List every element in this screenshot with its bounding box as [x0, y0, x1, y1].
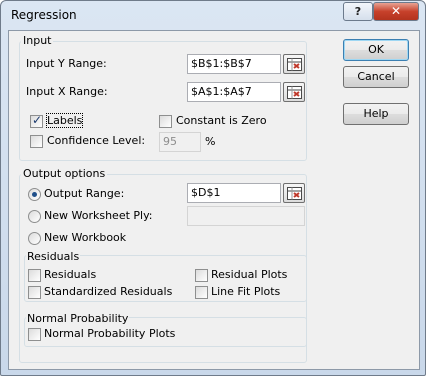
new-worksheet-ply-label[interactable]: New Worksheet Ply: — [44, 209, 153, 222]
new-worksheet-ply-field[interactable] — [187, 206, 305, 226]
dialog-body: Input Input Y Range: $B$1:$B$7 Input X R… — [8, 30, 420, 370]
ok-button[interactable]: OK — [343, 39, 409, 61]
range-collapse-icon — [287, 86, 302, 99]
line-fit-plots-checkbox[interactable] — [195, 286, 208, 299]
new-workbook-radio[interactable] — [28, 232, 41, 245]
constant-zero-label[interactable]: Constant is Zero — [176, 114, 267, 127]
input-group-label: Input — [21, 34, 54, 47]
input-y-range-field[interactable]: $B$1:$B$7 — [187, 54, 281, 74]
regression-dialog: Regression ? ✕ Input Input Y Range: $B$1… — [0, 0, 426, 376]
line-fit-plots-label[interactable]: Line Fit Plots — [211, 285, 280, 298]
close-button[interactable]: ✕ — [373, 2, 419, 21]
residual-plots-checkbox[interactable] — [195, 269, 208, 282]
titlebar-help-button[interactable]: ? — [343, 2, 373, 21]
output-range-collapse-button[interactable] — [283, 183, 305, 203]
output-range-field[interactable]: $D$1 — [187, 183, 281, 203]
residuals-label[interactable]: Residuals — [44, 268, 96, 281]
normal-probability-plots-label[interactable]: Normal Probability Plots — [44, 327, 175, 340]
standardized-residuals-checkbox[interactable] — [28, 286, 41, 299]
normal-probability-plots-checkbox[interactable] — [28, 328, 41, 341]
labels-label[interactable]: Labels — [45, 113, 84, 128]
output-range-radio[interactable] — [28, 188, 41, 201]
confidence-level-field[interactable]: 95 — [159, 132, 201, 152]
constant-zero-checkbox[interactable] — [159, 115, 172, 128]
range-collapse-icon — [287, 58, 302, 71]
confidence-level-checkbox[interactable] — [30, 135, 43, 148]
normal-probability-group-label: Normal Probability — [26, 312, 130, 325]
title-bar[interactable]: Regression ? ✕ — [1, 1, 425, 31]
standardized-residuals-label[interactable]: Standardized Residuals — [44, 285, 172, 298]
cancel-button[interactable]: Cancel — [343, 66, 409, 88]
residual-plots-label[interactable]: Residual Plots — [211, 268, 287, 281]
input-x-range-label: Input X Range: — [26, 85, 108, 98]
input-y-range-label: Input Y Range: — [26, 57, 107, 70]
residuals-checkbox[interactable] — [28, 269, 41, 282]
residuals-group-label: Residuals — [26, 250, 81, 263]
input-x-collapse-button[interactable] — [283, 82, 305, 102]
percent-sign: % — [205, 135, 216, 148]
confidence-level-label[interactable]: Confidence Level: — [47, 134, 145, 147]
output-range-label[interactable]: Output Range: — [44, 187, 124, 200]
range-collapse-icon — [287, 187, 302, 200]
input-x-range-field[interactable]: $A$1:$A$7 — [187, 82, 281, 102]
new-worksheet-ply-radio[interactable] — [28, 210, 41, 223]
new-workbook-label[interactable]: New Workbook — [44, 231, 126, 244]
input-y-collapse-button[interactable] — [283, 54, 305, 74]
output-group-label: Output options — [21, 167, 108, 180]
dialog-title: Regression — [11, 8, 77, 22]
help-button[interactable]: Help — [343, 103, 409, 125]
labels-checkbox[interactable] — [30, 113, 43, 128]
